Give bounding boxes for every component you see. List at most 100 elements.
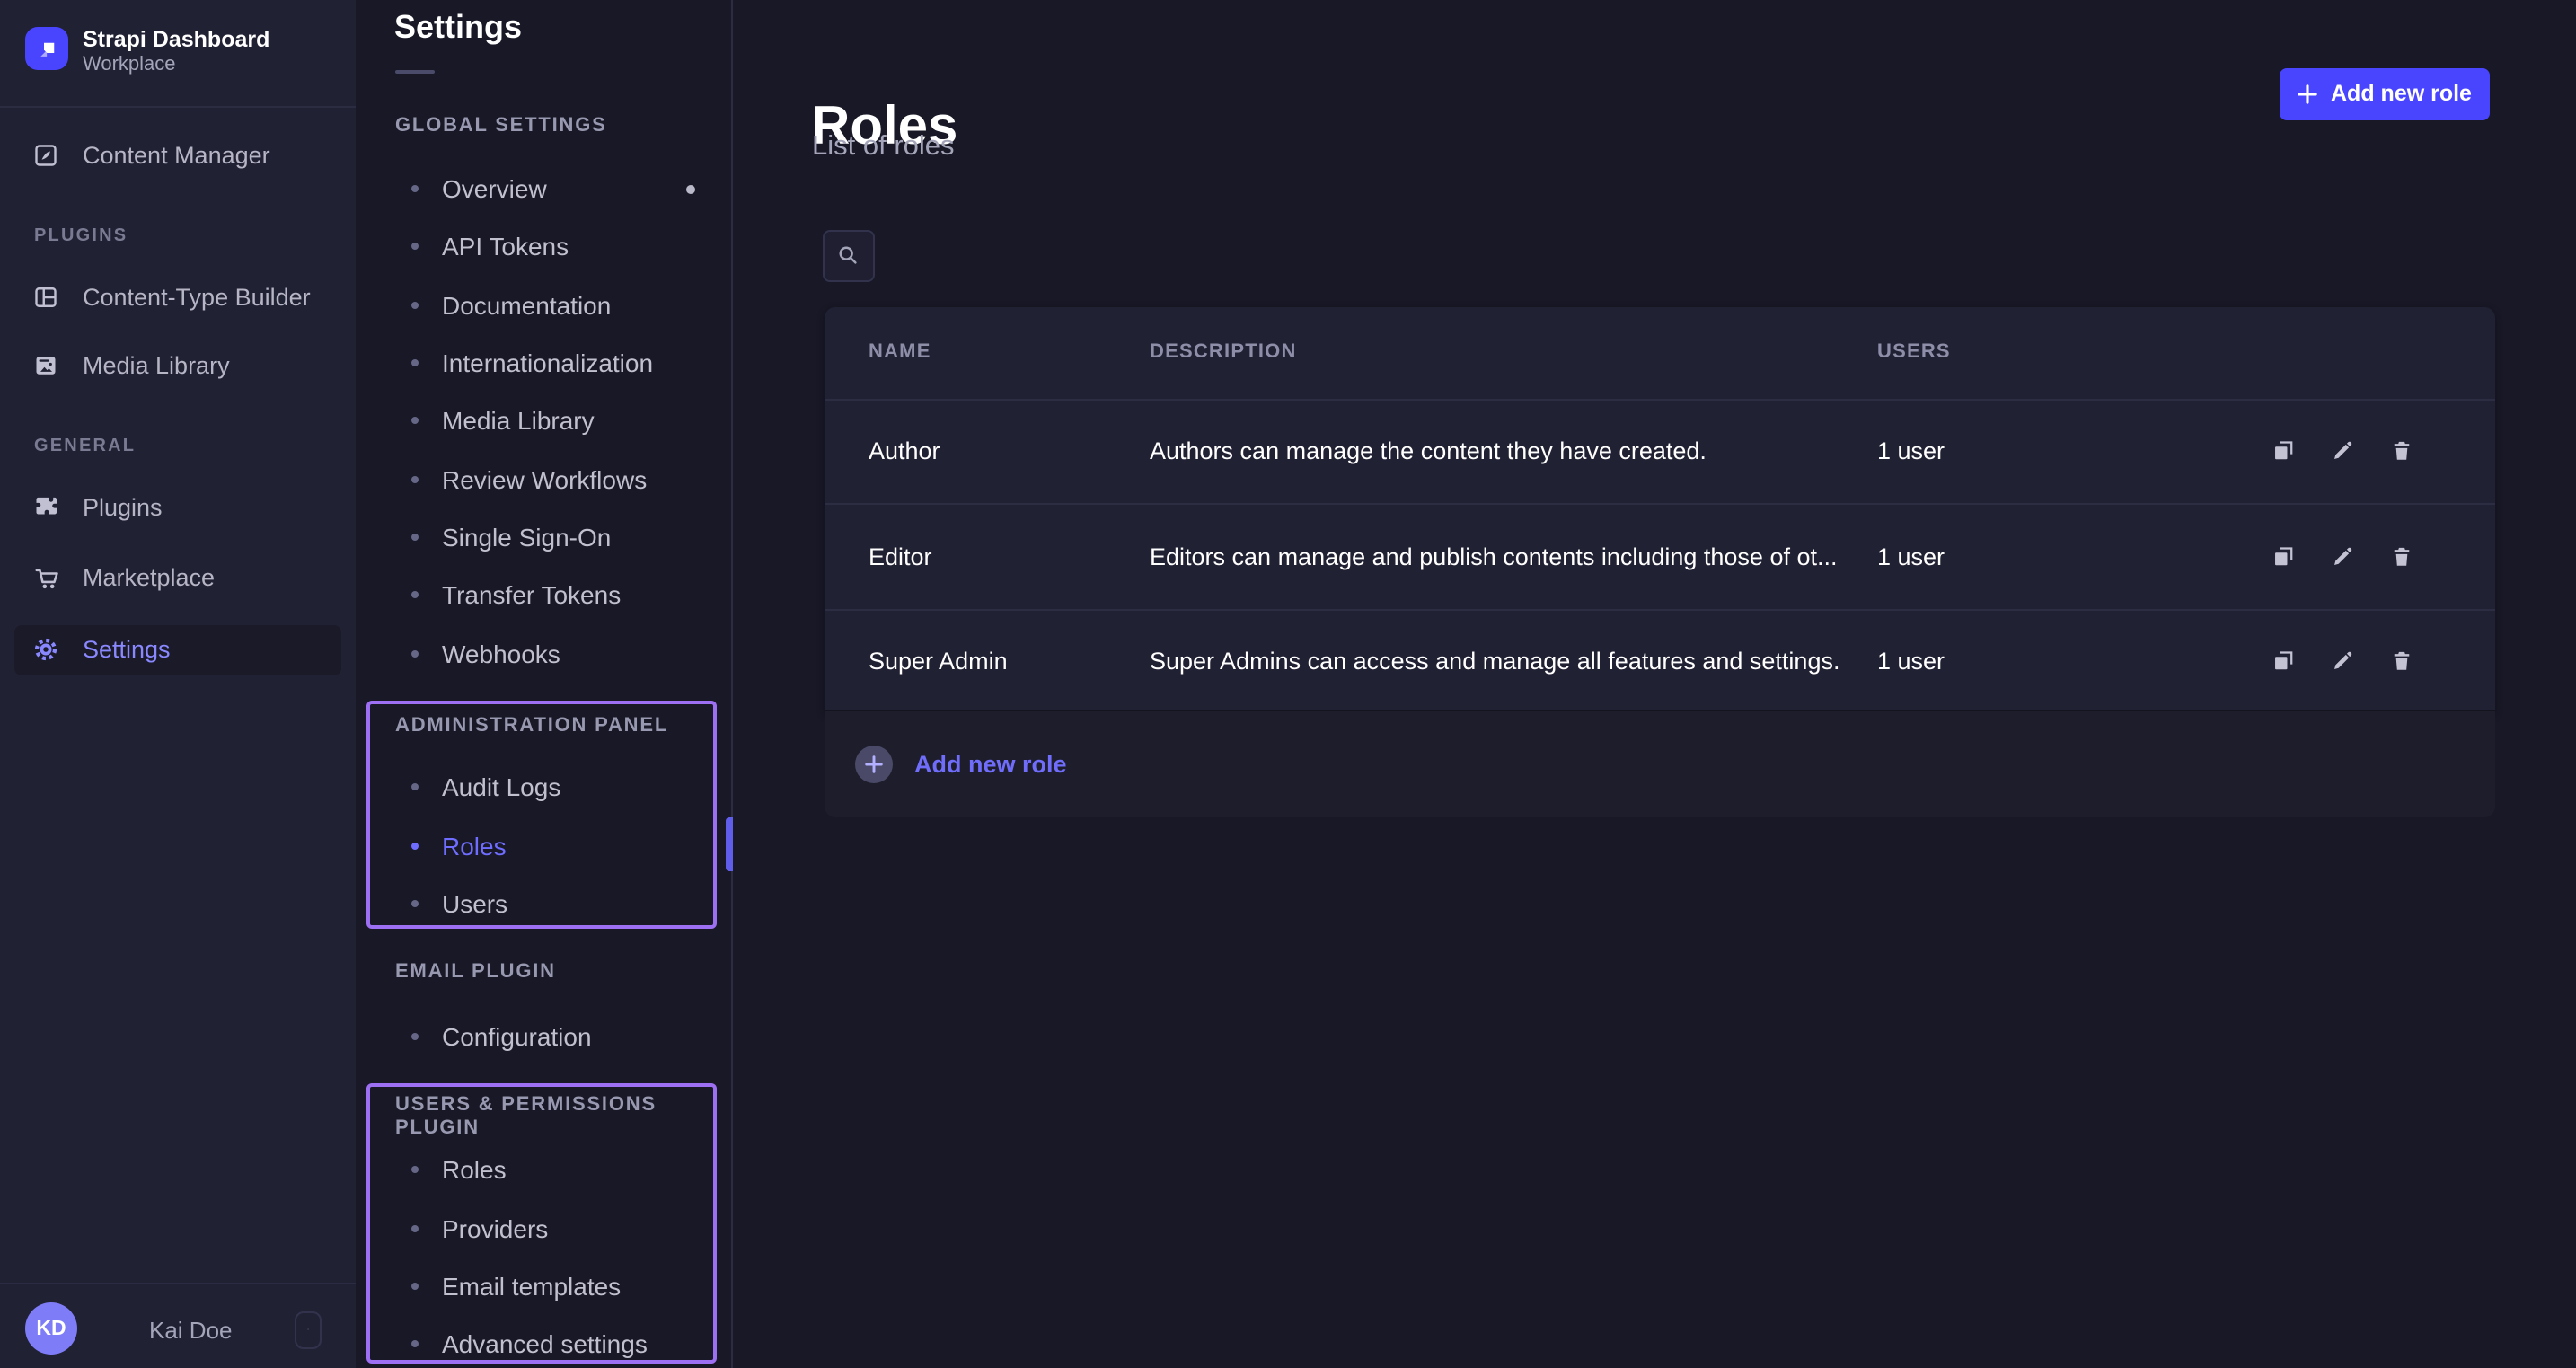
sidebar-item-settings[interactable]: Settings [14,624,341,675]
sidebar-item-label: Settings [83,636,171,663]
subnav-item-users[interactable]: Users [356,887,731,919]
table-row-author[interactable]: Author Authors can manage the content th… [825,398,2494,503]
cart-icon [32,564,59,591]
strapi-logo[interactable] [25,27,68,70]
add-new-role-button-label: Add new role [2331,82,2472,107]
plus-icon [2297,84,2316,104]
row-actions [2271,544,2414,569]
sidebar-divider [0,106,356,108]
delete-icon[interactable] [2389,439,2414,464]
subnav-item-webhooks[interactable]: Webhooks [356,637,731,669]
bullet-icon [411,842,419,849]
subnav-item-review-workflows[interactable]: Review Workflows [356,463,731,495]
bullet-icon [411,243,419,250]
column-header-name: NAME [869,341,931,363]
sidebar-divider [0,1282,356,1284]
bullet-icon [411,783,419,790]
content-type-builder-icon [32,283,59,310]
role-users-count: 1 user [1877,649,1945,675]
bullet-icon [411,899,419,906]
edit-icon[interactable] [2330,649,2355,675]
bullet-icon [411,185,419,192]
user-name: Kai Doe [149,1317,233,1344]
bullet-icon [411,417,419,424]
app-root: Strapi Dashboard Workplace Content Manag… [0,0,2576,1368]
duplicate-icon[interactable] [2271,544,2296,569]
table-row-super-admin[interactable]: Super Admin Super Admins can access and … [825,608,2494,713]
strapi-logo-icon [33,35,60,62]
sidebar-item-label: Content-Type Builder [83,283,311,310]
workspace-subtitle: Workplace [83,54,176,75]
role-description: Editors can manage and publish contents … [1150,543,1838,570]
subnav-item-providers[interactable]: Providers [356,1212,731,1244]
bullet-icon [411,358,419,366]
bullet-icon [411,1224,419,1231]
search-icon [836,243,861,269]
sidebar-item-content-manager[interactable]: Content Manager [14,130,341,181]
subnav-section-administration-panel: ADMINISTRATION PANEL [395,714,668,737]
roles-table-card: NAME DESCRIPTION USERS Author Authors ca… [825,307,2494,713]
notification-dot [686,184,695,193]
add-new-role-row[interactable]: Add new role [825,709,2494,816]
subnav-item-single-sign-on[interactable]: Single Sign-On [356,521,731,553]
sidebar-item-plugins[interactable]: Plugins [14,481,341,532]
subnav-section-global-settings: GLOBAL SETTINGS [395,114,607,137]
sidebar-item-label: Plugins [83,493,163,520]
delete-icon[interactable] [2389,544,2414,569]
search-button[interactable] [823,230,874,281]
role-description: Authors can manage the content they have… [1150,438,1707,465]
active-item-indicator [726,817,732,871]
subnav-item-up-roles[interactable]: Roles [356,1153,731,1186]
content-manager-icon [32,142,59,169]
gear-icon [32,636,59,663]
subnav-item-media-library[interactable]: Media Library [356,404,731,437]
subnav-item-advanced-settings[interactable]: Advanced settings [356,1328,731,1360]
sidebar-item-media-library[interactable]: Media Library [14,340,341,391]
bullet-icon [411,1032,419,1039]
add-new-role-link[interactable]: Add new role [914,710,1067,818]
subnav-item-api-tokens[interactable]: API Tokens [356,230,731,262]
sidebar-item-marketplace[interactable]: Marketplace [14,552,341,603]
edit-icon[interactable] [2330,439,2355,464]
role-description: Super Admins can access and manage all f… [1150,649,1839,675]
main-content: Roles List of roles Add new role NAME DE… [732,0,2576,1368]
table-row-editor[interactable]: Editor Editors can manage and publish co… [825,503,2494,608]
delete-icon[interactable] [2389,649,2414,675]
table-header-row: NAME DESCRIPTION USERS [825,307,2494,398]
role-users-count: 1 user [1877,438,1945,465]
duplicate-icon[interactable] [2271,649,2296,675]
subnav-section-email-plugin: EMAIL PLUGIN [395,961,556,984]
page-subtitle: List of roles [812,131,955,163]
column-header-users: USERS [1877,341,1951,363]
column-header-description: DESCRIPTION [1150,341,1297,363]
edit-icon[interactable] [2330,544,2355,569]
add-new-role-button[interactable]: Add new role [2280,68,2489,119]
subnav-item-roles[interactable]: Roles [356,829,731,861]
subnav-item-email-templates[interactable]: Email templates [356,1269,731,1302]
sidebar-section-general: GENERAL [34,436,136,455]
role-users-count: 1 user [1877,543,1945,570]
subnav-section-users-permissions: USERS & PERMISSIONS PLUGIN [395,1094,730,1141]
workspace-title: Strapi Dashboard [83,26,269,51]
subnav-title: Settings [394,9,522,47]
collapse-sidebar-button[interactable] [295,1311,322,1348]
subnav-item-documentation[interactable]: Documentation [356,288,731,321]
subnav-item-overview[interactable]: Overview [356,172,731,205]
bullet-icon [411,534,419,541]
plus-icon [863,755,883,774]
sidebar-item-label: Media Library [83,352,230,379]
subnav-item-configuration[interactable]: Configuration [356,1019,731,1052]
subnav-item-internationalization[interactable]: Internationalization [356,346,731,378]
plus-circle [854,746,892,783]
duplicate-icon[interactable] [2271,439,2296,464]
sidebar-item-content-type-builder[interactable]: Content-Type Builder [14,271,341,322]
sidebar-section-plugins: PLUGINS [34,225,128,245]
subnav-title-divider [394,70,434,74]
bullet-icon [411,591,419,598]
subnav-item-transfer-tokens[interactable]: Transfer Tokens [356,578,731,611]
bullet-icon [411,1166,419,1173]
puzzle-icon [32,493,59,520]
subnav-item-audit-logs[interactable]: Audit Logs [356,771,731,803]
role-name: Super Admin [869,649,1008,675]
avatar[interactable]: KD [25,1302,77,1355]
